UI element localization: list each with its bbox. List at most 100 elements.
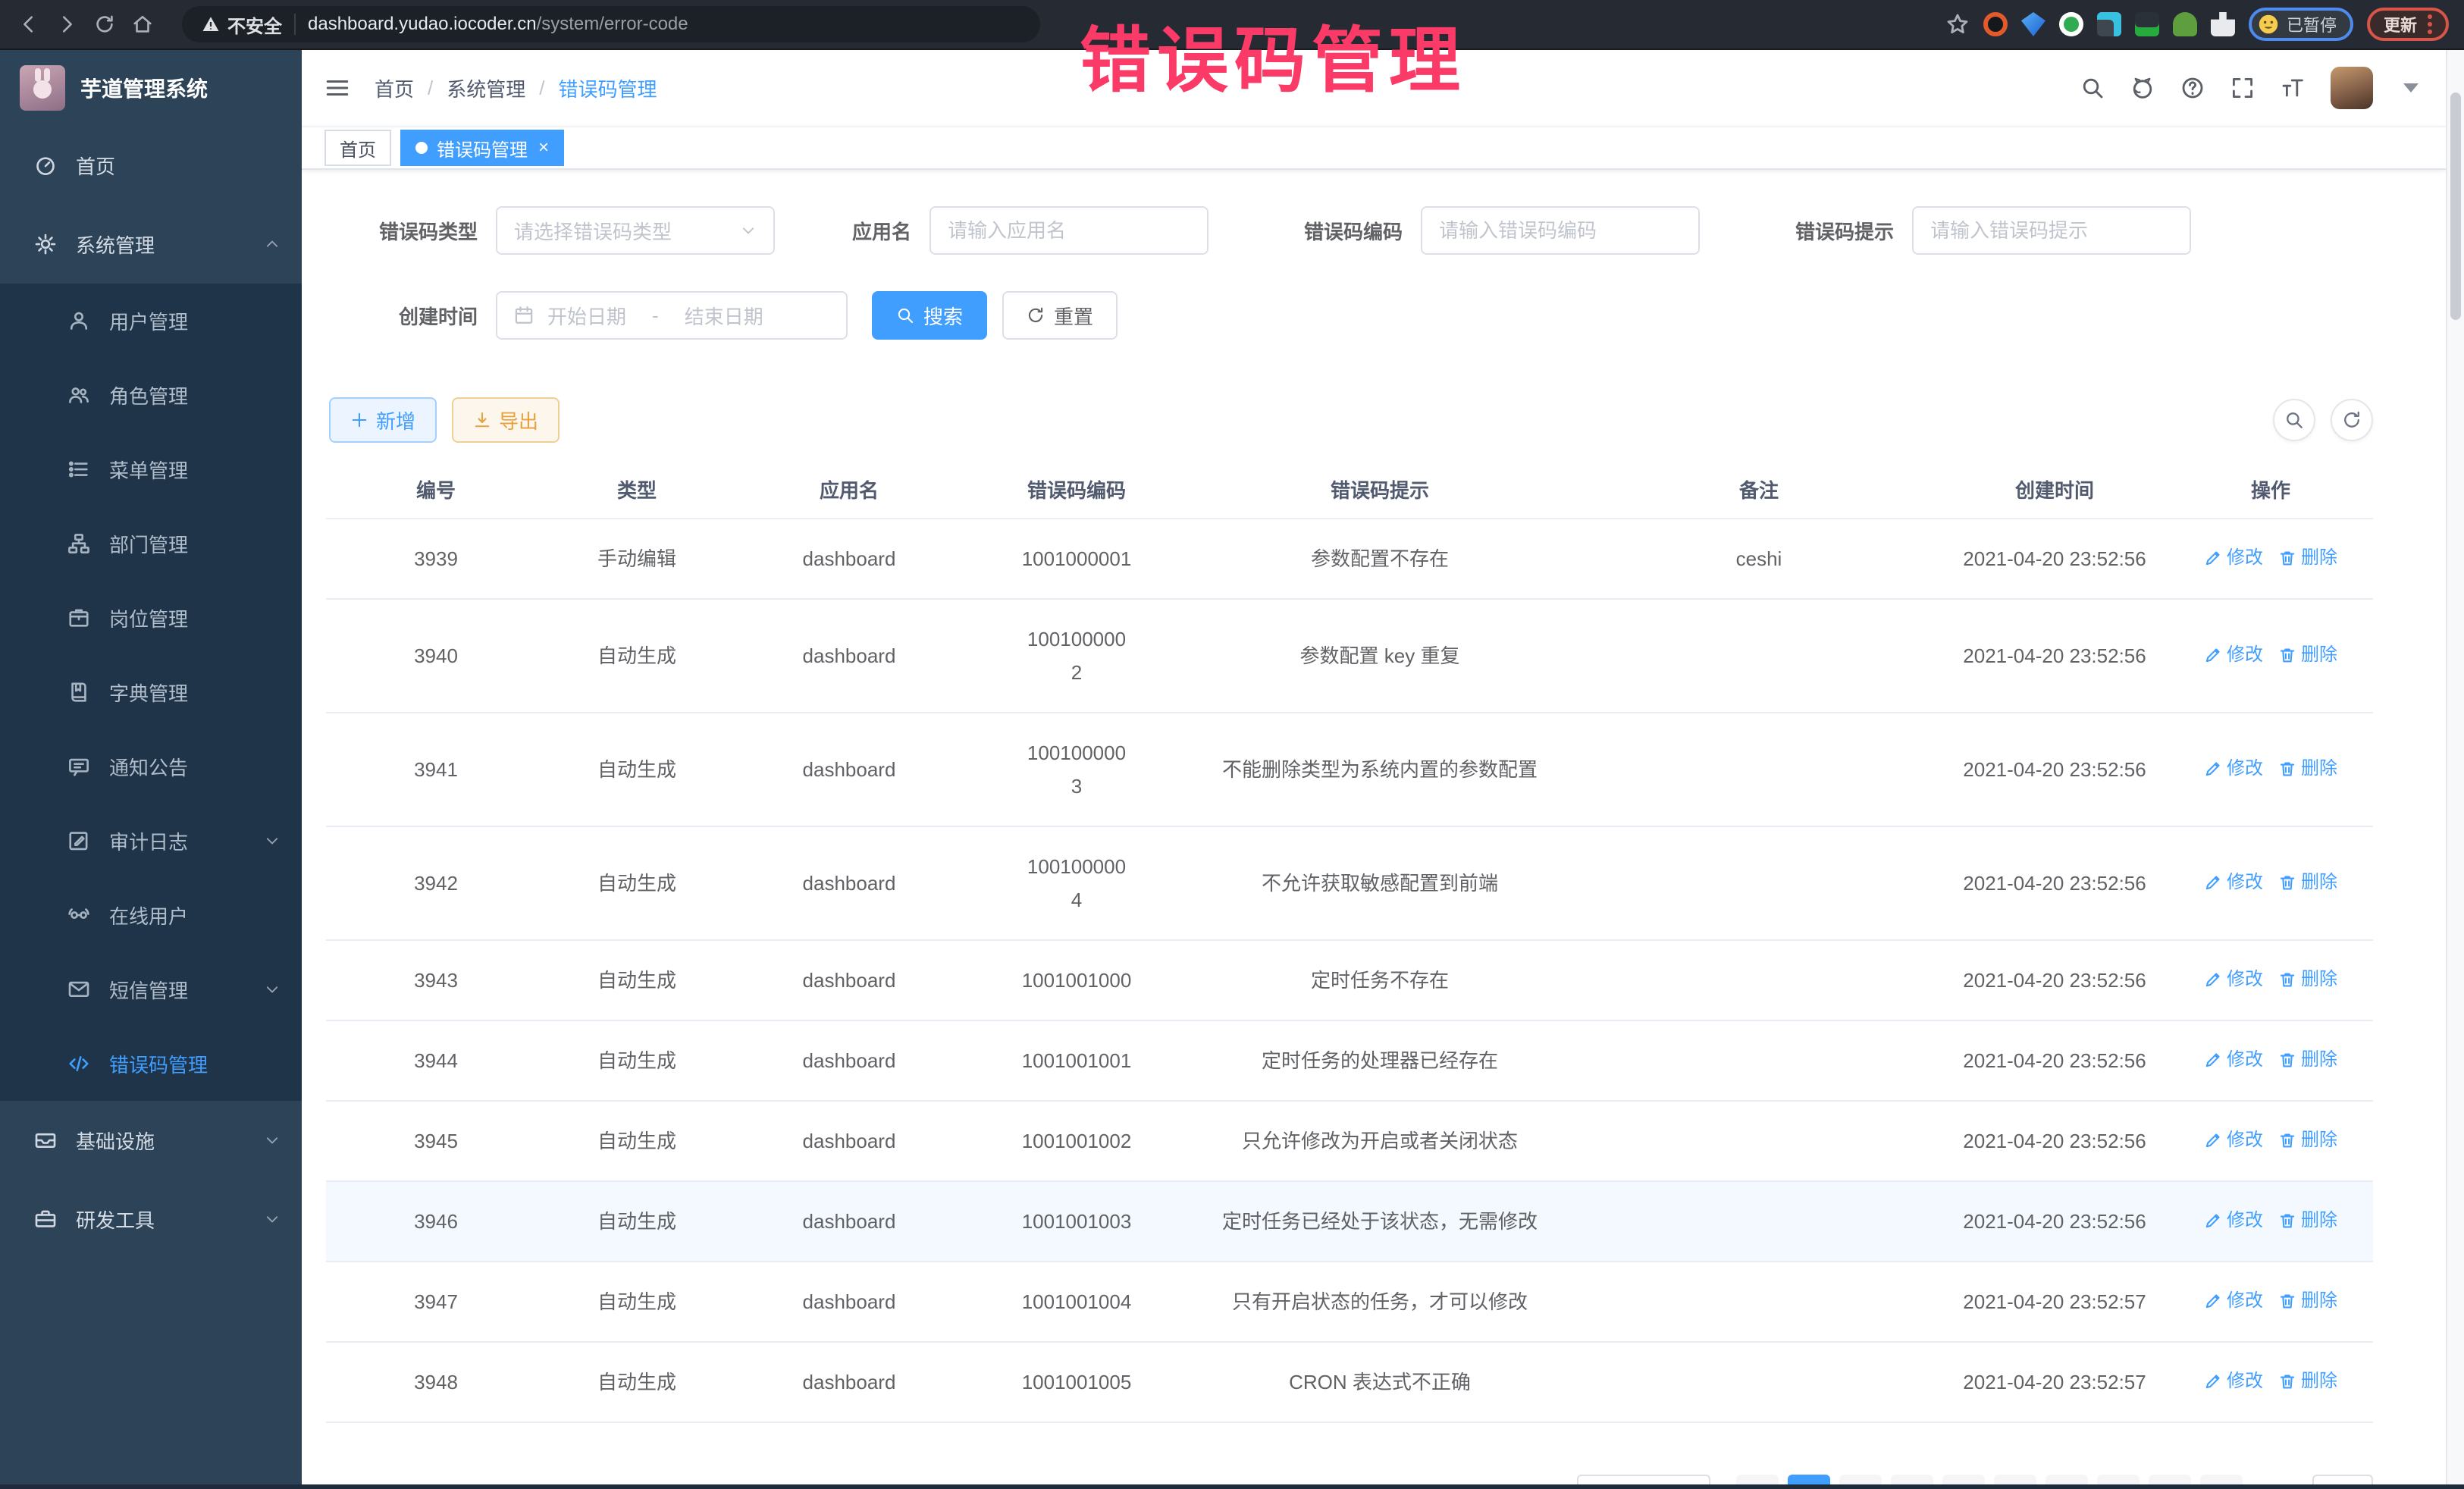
not-secure-warning[interactable]: 不安全 bbox=[202, 11, 282, 38]
extension-puzzle-icon[interactable] bbox=[2211, 12, 2235, 36]
export-button[interactable]: 导出 bbox=[452, 397, 560, 443]
delete-link[interactable]: 删除 bbox=[2278, 1367, 2337, 1396]
sidebar-item-audit[interactable]: 审计日志 bbox=[0, 804, 302, 878]
trash-icon bbox=[2278, 1131, 2296, 1149]
delete-link[interactable]: 删除 bbox=[2278, 754, 2337, 783]
delete-link[interactable]: 删除 bbox=[2278, 1045, 2337, 1074]
reload-icon[interactable] bbox=[91, 11, 118, 38]
page-button[interactable]: 5 bbox=[1994, 1475, 2036, 1484]
breadcrumb-item[interactable]: 系统管理 bbox=[447, 74, 525, 102]
next-page-button[interactable] bbox=[2200, 1475, 2243, 1484]
extension-icon[interactable] bbox=[2059, 12, 2083, 36]
page-button[interactable]: ••• bbox=[2097, 1475, 2140, 1484]
goto-page-input[interactable] bbox=[2312, 1475, 2373, 1484]
close-icon[interactable]: × bbox=[538, 139, 549, 157]
delete-link[interactable]: 删除 bbox=[2278, 965, 2337, 994]
sidebar-item-dept[interactable]: 部门管理 bbox=[0, 506, 302, 581]
warning-icon bbox=[202, 15, 220, 33]
sidebar-item-notice[interactable]: 通知公告 bbox=[0, 729, 302, 804]
delete-link[interactable]: 删除 bbox=[2278, 1126, 2337, 1155]
font-size-icon[interactable] bbox=[2281, 76, 2305, 100]
sidebar-item-dict[interactable]: 字典管理 bbox=[0, 655, 302, 729]
page-button[interactable]: 3 bbox=[1891, 1475, 1933, 1484]
profile-chip[interactable]: 已暂停 bbox=[2249, 8, 2353, 41]
sidebar-item-post[interactable]: 岗位管理 bbox=[0, 581, 302, 655]
user-avatar[interactable] bbox=[2331, 67, 2373, 109]
sidebar-item-code[interactable]: 错误码管理 bbox=[0, 1027, 302, 1101]
extension-icon[interactable] bbox=[2097, 12, 2121, 36]
date-range-picker[interactable]: 开始日期 - 结束日期 bbox=[496, 291, 848, 340]
edit-link[interactable]: 修改 bbox=[2204, 641, 2263, 669]
error-type-select[interactable]: 请选择错误码类型 bbox=[496, 206, 775, 255]
address-bar[interactable]: 不安全 dashboard.yudao.iocoder.cn/system/er… bbox=[182, 6, 1040, 42]
sidebar-item-user[interactable]: 用户管理 bbox=[0, 284, 302, 358]
delete-link[interactable]: 删除 bbox=[2278, 544, 2337, 572]
page-button[interactable]: 2 bbox=[1839, 1475, 1882, 1484]
extension-icon[interactable] bbox=[2135, 12, 2159, 36]
add-button[interactable]: 新增 bbox=[329, 397, 437, 443]
sidebar-item-tool[interactable]: 研发工具 bbox=[0, 1180, 302, 1259]
edit-link[interactable]: 修改 bbox=[2204, 1287, 2263, 1315]
edit-link[interactable]: 修改 bbox=[2204, 965, 2263, 994]
sidebar-item-gear[interactable]: 系统管理 bbox=[0, 205, 302, 284]
browser-scrollbar[interactable] bbox=[2446, 50, 2464, 1484]
fullscreen-icon[interactable] bbox=[2230, 76, 2255, 100]
extension-icon[interactable] bbox=[2021, 12, 2045, 36]
refresh-table-button[interactable] bbox=[2331, 399, 2373, 441]
page-button[interactable]: 4 bbox=[1942, 1475, 1985, 1484]
caret-down-icon[interactable] bbox=[2399, 76, 2423, 100]
edit-link[interactable]: 修改 bbox=[2204, 1367, 2263, 1396]
infra-icon bbox=[33, 1129, 58, 1152]
home-icon[interactable] bbox=[129, 11, 156, 38]
hamburger-icon[interactable] bbox=[324, 75, 350, 101]
bookmark-star-icon[interactable] bbox=[1945, 12, 1970, 36]
edit-link[interactable]: 修改 bbox=[2204, 868, 2263, 897]
search-icon bbox=[2284, 410, 2304, 430]
chevron-down-icon bbox=[264, 1211, 281, 1227]
sidebar-item-menu[interactable]: 菜单管理 bbox=[0, 432, 302, 506]
menu-kebab-icon[interactable] bbox=[2428, 14, 2432, 34]
edit-link[interactable]: 修改 bbox=[2204, 544, 2263, 572]
page-button[interactable]: 6 bbox=[2045, 1475, 2088, 1484]
page-button[interactable]: 1 bbox=[1788, 1475, 1830, 1484]
edit-link[interactable]: 修改 bbox=[2204, 754, 2263, 783]
extension-icon[interactable] bbox=[2173, 12, 2197, 36]
extension-icon[interactable] bbox=[1983, 12, 2008, 36]
app-name-input[interactable] bbox=[948, 219, 1190, 243]
sidebar-item-dashboard[interactable]: 首页 bbox=[0, 126, 302, 205]
error-code-input[interactable] bbox=[1439, 219, 1682, 243]
scrollbar-thumb[interactable] bbox=[2450, 92, 2461, 320]
search-button[interactable]: 搜索 bbox=[872, 291, 987, 340]
delete-link[interactable]: 删除 bbox=[2278, 1287, 2337, 1315]
delete-link[interactable]: 删除 bbox=[2278, 641, 2337, 669]
logo-avatar bbox=[20, 65, 65, 111]
page-button[interactable]: 8 bbox=[2149, 1475, 2191, 1484]
sidebar-item-online[interactable]: 在线用户 bbox=[0, 878, 302, 952]
delete-link[interactable]: 删除 bbox=[2278, 1206, 2337, 1235]
edit-link[interactable]: 修改 bbox=[2204, 1206, 2263, 1235]
github-icon[interactable] bbox=[2130, 76, 2155, 100]
app-title: 芋道管理系统 bbox=[80, 73, 208, 103]
sidebar-item-sms[interactable]: 短信管理 bbox=[0, 952, 302, 1027]
sidebar-item-infra[interactable]: 基础设施 bbox=[0, 1101, 302, 1180]
prev-page-button[interactable] bbox=[1736, 1475, 1779, 1484]
edit-link[interactable]: 修改 bbox=[2204, 1126, 2263, 1155]
column-header: 类型 bbox=[546, 461, 728, 519]
tag-error-code[interactable]: 错误码管理 × bbox=[400, 130, 564, 166]
edit-link[interactable]: 修改 bbox=[2204, 1045, 2263, 1074]
toggle-search-button[interactable] bbox=[2273, 399, 2315, 441]
page-size-select[interactable]: 10条/页 bbox=[1577, 1475, 1710, 1484]
delete-link[interactable]: 删除 bbox=[2278, 868, 2337, 897]
breadcrumb-item[interactable]: 首页 bbox=[375, 74, 414, 102]
error-hint-input[interactable] bbox=[1930, 219, 2173, 243]
search-icon[interactable] bbox=[2080, 76, 2105, 100]
tag-home[interactable]: 首页 bbox=[324, 130, 391, 166]
browser-update-button[interactable]: 更新 bbox=[2367, 8, 2449, 41]
sidebar-item-role[interactable]: 角色管理 bbox=[0, 358, 302, 432]
download-icon bbox=[473, 411, 491, 429]
page-list: 123456 ••• 8 bbox=[1783, 1475, 2196, 1484]
forward-icon[interactable] bbox=[53, 11, 80, 38]
reset-button[interactable]: 重置 bbox=[1002, 291, 1118, 340]
back-icon[interactable] bbox=[15, 11, 42, 38]
help-icon[interactable] bbox=[2180, 76, 2205, 100]
